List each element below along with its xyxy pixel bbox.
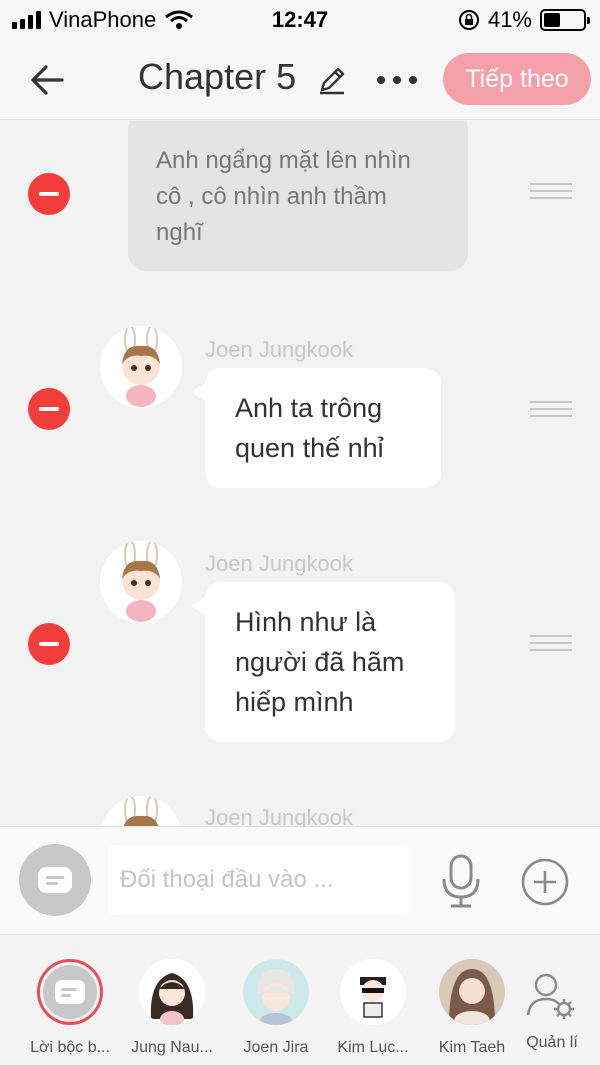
message-bubble[interactable]: Hình như là người đã hãm hiếp mình [191,582,455,742]
character-item-narration[interactable]: Lời bộc b... [20,959,120,1057]
character-name: Joen Jira [243,1039,309,1056]
delete-message-button[interactable] [28,173,70,215]
battery-icon [540,9,590,31]
character-avatar [100,541,182,623]
dialogue-input[interactable] [108,845,410,915]
dialogue-mode-button[interactable] [19,844,91,916]
more-icon[interactable] [374,66,420,94]
person-gear-icon [526,973,574,1019]
character-avatar [243,959,309,1025]
input-bar [0,826,600,934]
manage-button[interactable]: Quản lí [504,971,600,1052]
character-item[interactable]: Joen Jira [226,959,326,1057]
pencil-icon[interactable] [316,64,348,96]
character-avatar [139,959,205,1025]
character-name: Quản lí [526,1034,578,1051]
chibi-avatar-icon [122,326,160,407]
character-avatar [100,326,182,408]
status-right: 41% [458,7,590,33]
chapter-title: Chapter 5 [138,56,297,97]
speaker-name: Joen Jungkook [205,805,353,826]
character-item[interactable]: Kim Lục... [323,959,423,1057]
speaker-name: Joen Jungkook [205,551,353,576]
character-name: Kim Lục... [337,1039,409,1056]
delete-message-button[interactable] [28,623,70,665]
narration-bubble[interactable]: Anh ngẩng mặt lên nhìn cô , cô nhìn anh … [128,121,468,271]
character-bar: Lời bộc b... Jung Nau... Joen Jira Kim L… [0,934,600,1065]
message-bubble[interactable]: Anh ta trông quen thế nhỉ [191,368,441,488]
back-arrow-icon[interactable] [28,60,68,100]
battery-percent: 41% [487,7,532,32]
character-name: Jung Nau... [131,1039,213,1056]
status-bar: VinaPhone 12:47 41% [0,0,600,40]
drag-handle-icon[interactable] [530,183,572,199]
chat-area[interactable]: Anh ngẩng mặt lên nhìn cô , cô nhìn anh … [0,121,600,826]
microphone-icon[interactable] [438,853,484,909]
chibi-avatar-icon [122,541,160,622]
header: Chapter 5 Tiếp theo [0,40,600,120]
add-circle-icon[interactable] [520,857,570,907]
narration-icon [37,959,103,1025]
delete-message-button[interactable] [28,388,70,430]
chibi-avatar-icon [123,796,159,826]
battery-level [544,13,560,27]
next-chapter-button[interactable]: Tiếp theo [443,53,591,105]
message-icon [38,867,72,893]
drag-handle-icon[interactable] [530,401,572,417]
character-item[interactable]: Jung Nau... [122,959,222,1057]
speaker-name: Joen Jungkook [205,337,353,362]
character-name: Lời bộc b... [30,1039,110,1056]
drag-handle-icon[interactable] [530,635,572,651]
character-avatar [100,796,182,826]
character-avatar [439,959,505,1025]
rotation-lock-icon [458,10,479,30]
character-avatar [340,959,406,1025]
